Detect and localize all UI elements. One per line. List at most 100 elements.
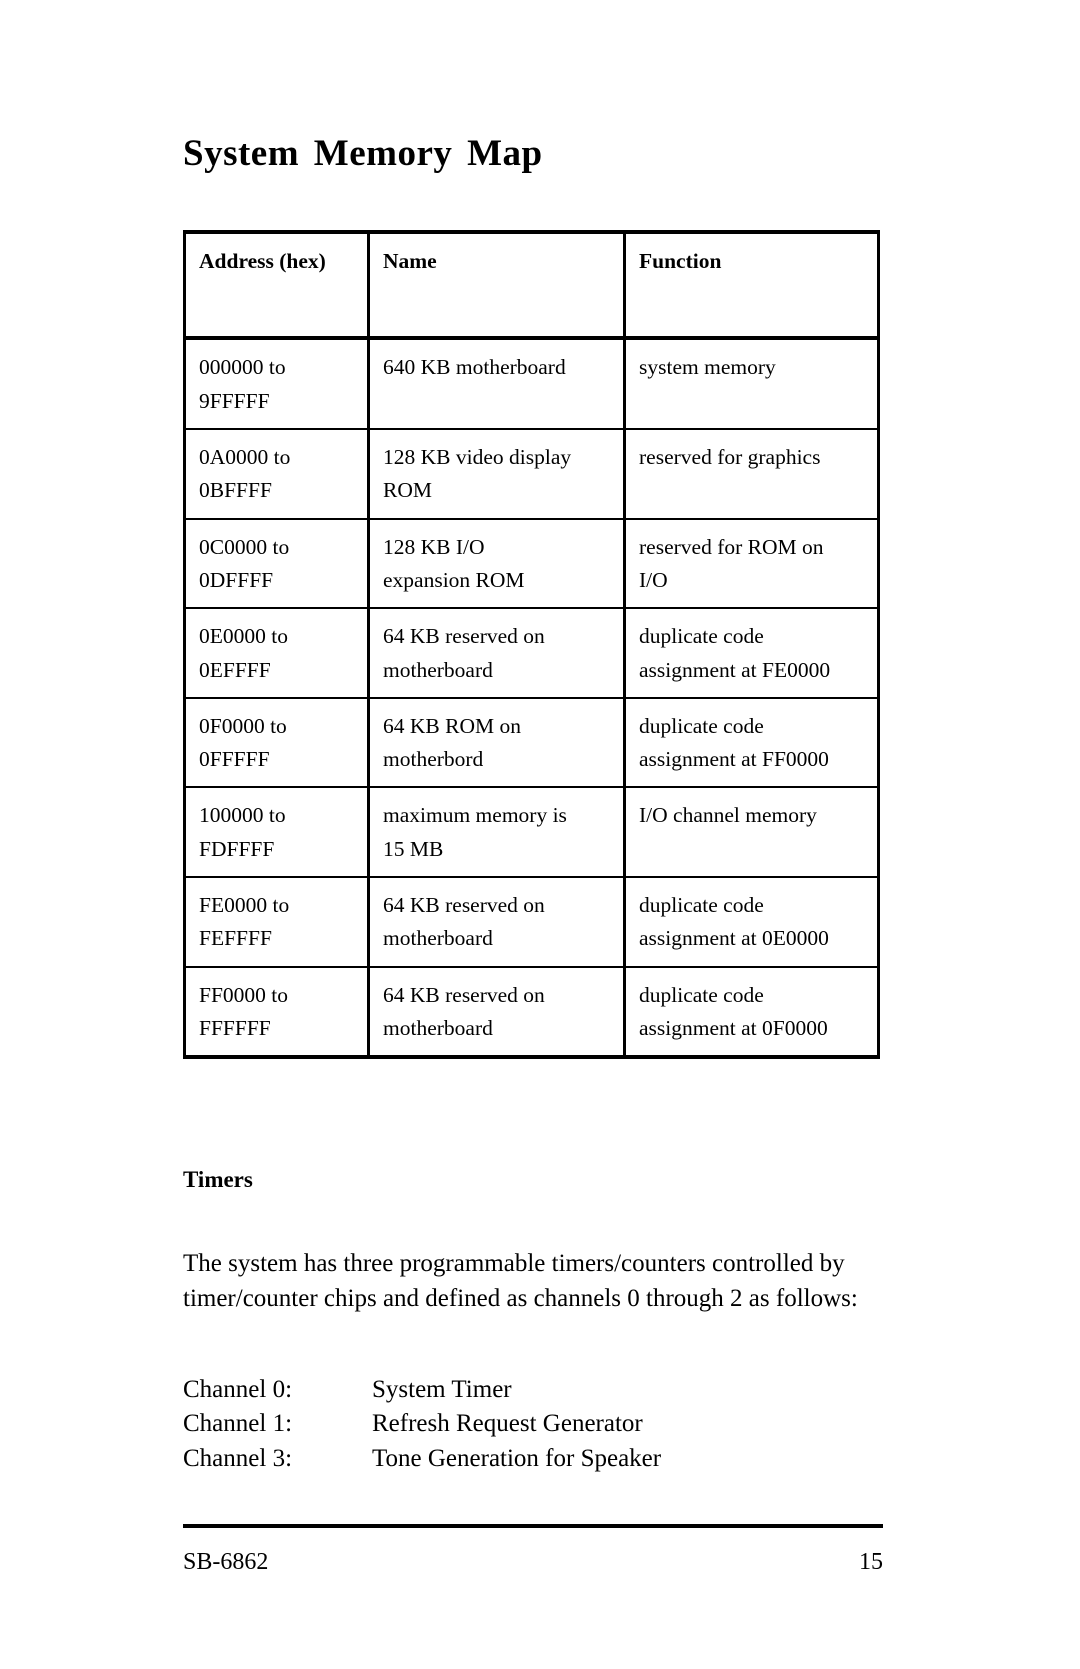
table-row: 0F0000 to 0FFFFF 64 KB ROM on motherbord… (183, 697, 880, 789)
table-header-row: Address (hex) Name Function (183, 229, 880, 341)
cell-text-line: 64 KB reserved on (383, 982, 545, 1007)
cell-text-line: reserved for ROM on (639, 534, 824, 559)
cell-name: 128 KB video display ROM (367, 428, 625, 520)
channel-value: Tone Generation for Speaker (372, 1444, 662, 1472)
cell-text-line: 64 KB reserved on (383, 624, 545, 649)
cell-text-line: assignment at 0F0000 (639, 1016, 828, 1040)
cell-name: 64 KB reserved on motherboard (367, 877, 625, 968)
cell-text-line: 000000 to (199, 355, 286, 380)
cell-text-line: duplicate code (639, 624, 764, 649)
cell-function: I/O channel memory (623, 787, 880, 879)
cell-name: 64 KB reserved on motherboard (367, 608, 625, 699)
list-item: Channel 1: Refresh Request Generator (183, 1407, 883, 1441)
cell-text-line: assignment at FE0000 (639, 657, 831, 682)
cell-address: 100000 to FDFFFF (183, 787, 369, 879)
cell-text-line: FEFFFF (199, 926, 272, 951)
cell-text-line: expansion ROM (383, 567, 525, 592)
cell-text-line: duplicate code (639, 713, 764, 738)
document-page: System Memory Map Address (hex) Name Fun… (0, 0, 1080, 1669)
footer-divider (183, 1524, 883, 1528)
cell-name: 64 KB ROM on motherbord (367, 697, 625, 789)
cell-function: reserved for ROM on I/O (623, 518, 880, 610)
cell-text-line: motherbord (383, 747, 484, 772)
cell-text-line: 640 KB motherboard (383, 355, 566, 380)
table-row: FE0000 to FEFFFF 64 KB reserved on mothe… (183, 877, 880, 968)
cell-text-line: 0EFFFF (199, 657, 271, 682)
cell-text-line: FFFFFF (199, 1016, 271, 1040)
cell-text-line: assignment at 0E0000 (639, 926, 829, 951)
footer-page-number: 15 (859, 1549, 883, 1575)
cell-text-line: duplicate code (639, 982, 764, 1007)
system-memory-map-table-wrapper: Address (hex) Name Function 000000 to 9F… (183, 229, 880, 1060)
cell-text-line: 64 KB ROM on (383, 713, 521, 738)
cell-text-line: I/O channel memory (639, 803, 817, 828)
cell-text-line: FE0000 to (199, 893, 290, 918)
cell-text-line: 9FFFFF (199, 388, 270, 413)
cell-text-line: motherboard (383, 926, 493, 951)
table-row: 0C0000 to 0DFFFF 128 KB I/O expansion RO… (183, 518, 880, 610)
cell-text-line: 0E0000 to (199, 624, 288, 649)
cell-name: maximum memory is 15 MB (367, 787, 625, 879)
cell-address: FF0000 to FFFFFF (183, 966, 369, 1060)
cell-text-line: FDFFFF (199, 836, 275, 861)
cell-text-line: 0F0000 to (199, 713, 287, 738)
table-body: 000000 to 9FFFFF 640 KB motherboard syst… (183, 338, 880, 1060)
cell-text-line: 15 MB (383, 836, 444, 861)
column-header-function: Function (623, 229, 880, 341)
cell-text-line: FF0000 to (199, 982, 289, 1007)
channel-value: Refresh Request Generator (372, 1410, 643, 1438)
column-header-name: Name (367, 229, 625, 341)
cell-text-line: I/O (639, 567, 668, 592)
cell-address: 0F0000 to 0FFFFF (183, 697, 369, 789)
cell-text-line: 100000 to (199, 803, 286, 828)
list-item: Channel 0: System Timer (183, 1373, 883, 1407)
cell-function: system memory (623, 338, 880, 430)
cell-address: FE0000 to FEFFFF (183, 877, 369, 968)
cell-text-line: reserved for graphics (639, 444, 821, 469)
timers-paragraph: The system has three programmable timers… (183, 1250, 858, 1312)
cell-function: duplicate code assignment at FF0000 (623, 697, 880, 789)
channel-label: Channel 0: (183, 1376, 293, 1403)
table-row: 000000 to 9FFFFF 640 KB motherboard syst… (183, 338, 880, 430)
column-header-address: Address (hex) (183, 229, 369, 341)
table-row: 0A0000 to 0BFFFF 128 KB video display RO… (183, 428, 880, 520)
channel-list: Channel 0: System Timer Channel 1: Refresh… (183, 1373, 883, 1476)
table-row: 0E0000 to 0EFFFF 64 KB reserved on mothe… (183, 608, 880, 699)
cell-function: duplicate code assignment at FE0000 (623, 608, 880, 699)
cell-function: duplicate code assignment at 0F0000 (623, 966, 880, 1060)
table-row: 100000 to FDFFFF maximum memory is 15 MB… (183, 787, 880, 879)
footer-document-code: SB-6862 (183, 1549, 269, 1575)
channel-value: System Timer (372, 1376, 512, 1403)
cell-address: 0A0000 to 0BFFFF (183, 428, 369, 520)
cell-text-line: 0DFFFF (199, 567, 274, 592)
cell-function: reserved for graphics (623, 428, 880, 520)
cell-address: 0E0000 to 0EFFFF (183, 608, 369, 699)
cell-name: 640 KB motherboard (367, 338, 625, 430)
section-heading-timers: Timers (183, 1167, 253, 1193)
channel-label: Channel 3: (183, 1444, 293, 1472)
cell-text-line: ROM (383, 478, 432, 503)
table-row: FF0000 to FFFFFF 64 KB reserved on mothe… (183, 966, 880, 1060)
cell-address: 000000 to 9FFFFF (183, 338, 369, 430)
list-item: Channel 3: Tone Generation for Speaker (183, 1442, 883, 1476)
cell-text-line: motherboard (383, 1016, 493, 1040)
cell-text-line: assignment at FF0000 (639, 747, 829, 772)
table-header: Address (hex) Name Function (183, 229, 880, 341)
cell-text-line: 0C0000 to (199, 534, 290, 559)
page-title: System Memory Map (183, 133, 543, 174)
cell-text-line: maximum memory is (383, 803, 567, 828)
cell-text-line: duplicate code (639, 893, 764, 918)
cell-function: duplicate code assignment at 0E0000 (623, 877, 880, 968)
cell-address: 0C0000 to 0DFFFF (183, 518, 369, 610)
channel-label: Channel 1: (183, 1410, 293, 1438)
cell-text-line: system memory (639, 355, 776, 380)
cell-name: 64 KB reserved on motherboard (367, 966, 625, 1060)
cell-text-line: 128 KB video display (383, 444, 572, 469)
cell-text-line: 0A0000 to (199, 444, 291, 469)
cell-text-line: motherboard (383, 657, 493, 682)
cell-name: 128 KB I/O expansion ROM (367, 518, 625, 610)
cell-text-line: 0BFFFF (199, 478, 272, 503)
cell-text-line: 0FFFFF (199, 747, 270, 772)
cell-text-line: 64 KB reserved on (383, 893, 545, 918)
system-memory-map-table: Address (hex) Name Function 000000 to 9F… (183, 229, 880, 1060)
